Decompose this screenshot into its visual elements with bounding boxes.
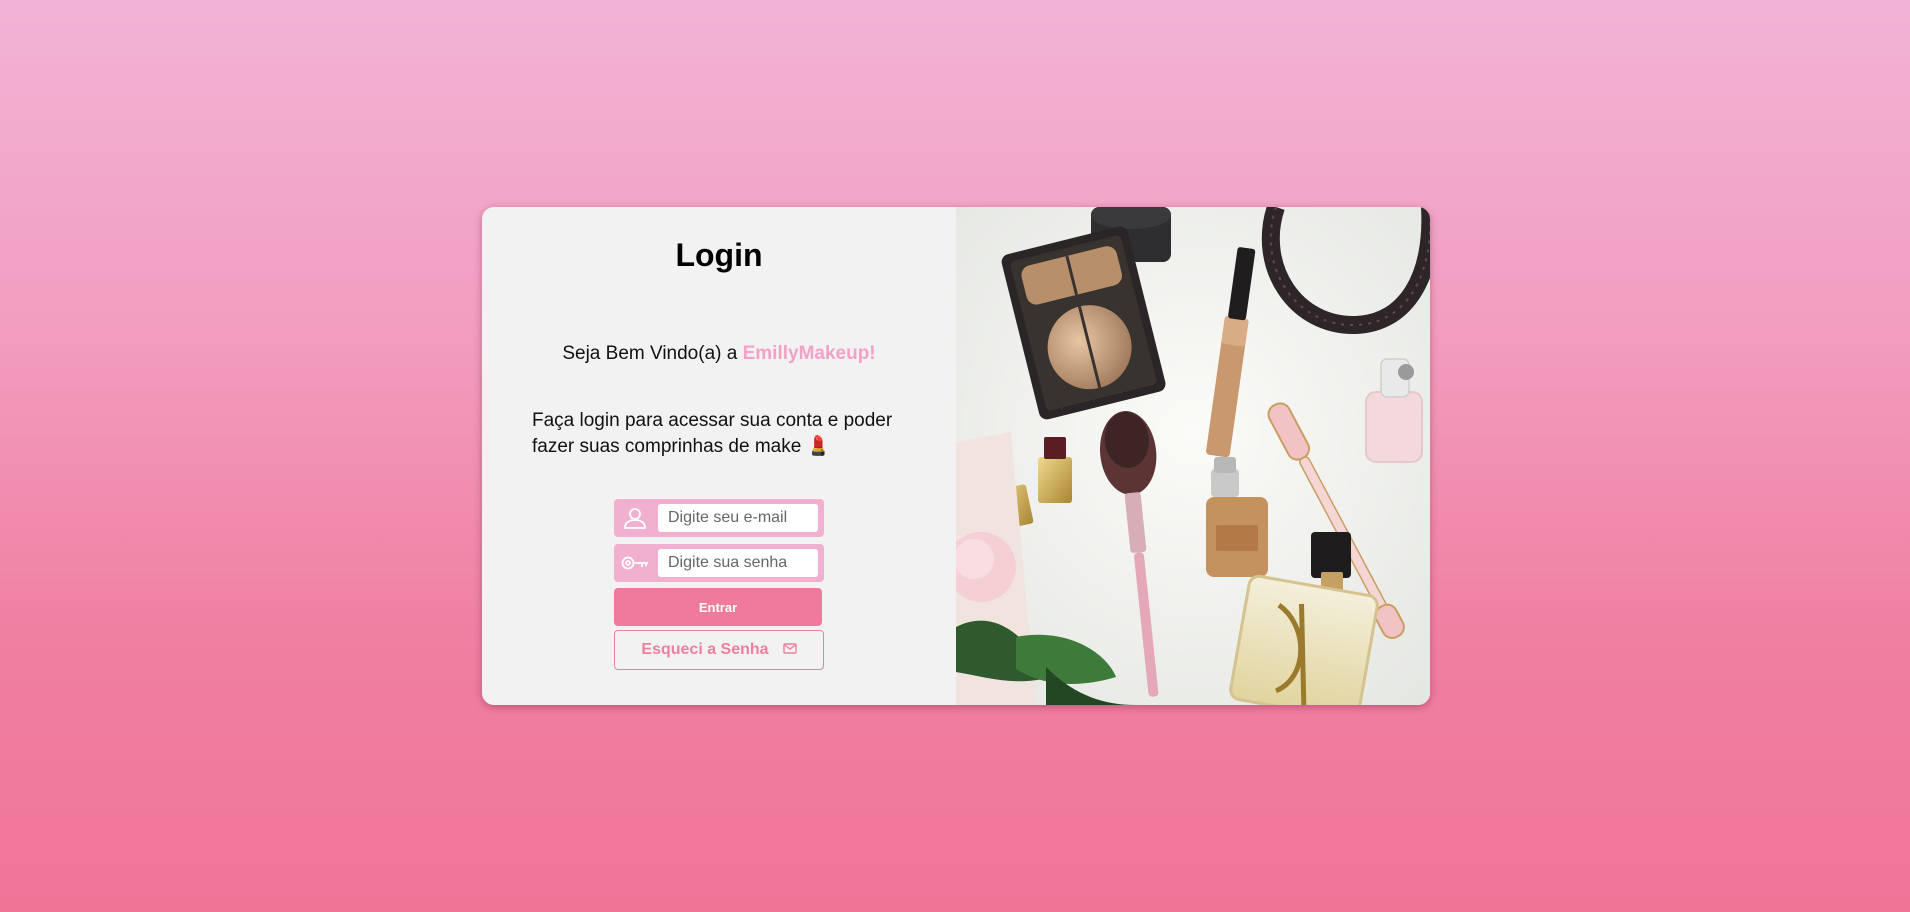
user-icon xyxy=(620,506,650,530)
login-description: Faça login para acessar sua conta e pode… xyxy=(532,410,893,457)
makeup-photo xyxy=(956,207,1430,705)
login-button[interactable]: Entrar xyxy=(614,588,822,626)
welcome-prefix: Seja Bem Vindo(a) a xyxy=(562,343,743,364)
key-icon xyxy=(620,551,650,575)
email-field-group xyxy=(614,499,824,537)
mail-icon xyxy=(782,641,797,659)
forgot-password-button[interactable]: Esqueci a Senha xyxy=(614,630,824,670)
password-input[interactable] xyxy=(658,549,818,577)
welcome-text: Seja Bem Vindo(a) a EmillyMakeup! xyxy=(482,343,956,365)
login-card: Login Seja Bem Vindo(a) a EmillyMakeup! … xyxy=(482,207,1430,705)
page-title: Login xyxy=(675,237,763,273)
password-field-group xyxy=(614,544,824,582)
brand-name: EmillyMakeup! xyxy=(742,343,876,364)
forgot-password-label: Esqueci a Senha xyxy=(641,641,769,658)
email-input[interactable] xyxy=(658,504,818,532)
login-panel: Login Seja Bem Vindo(a) a EmillyMakeup! … xyxy=(482,207,956,705)
